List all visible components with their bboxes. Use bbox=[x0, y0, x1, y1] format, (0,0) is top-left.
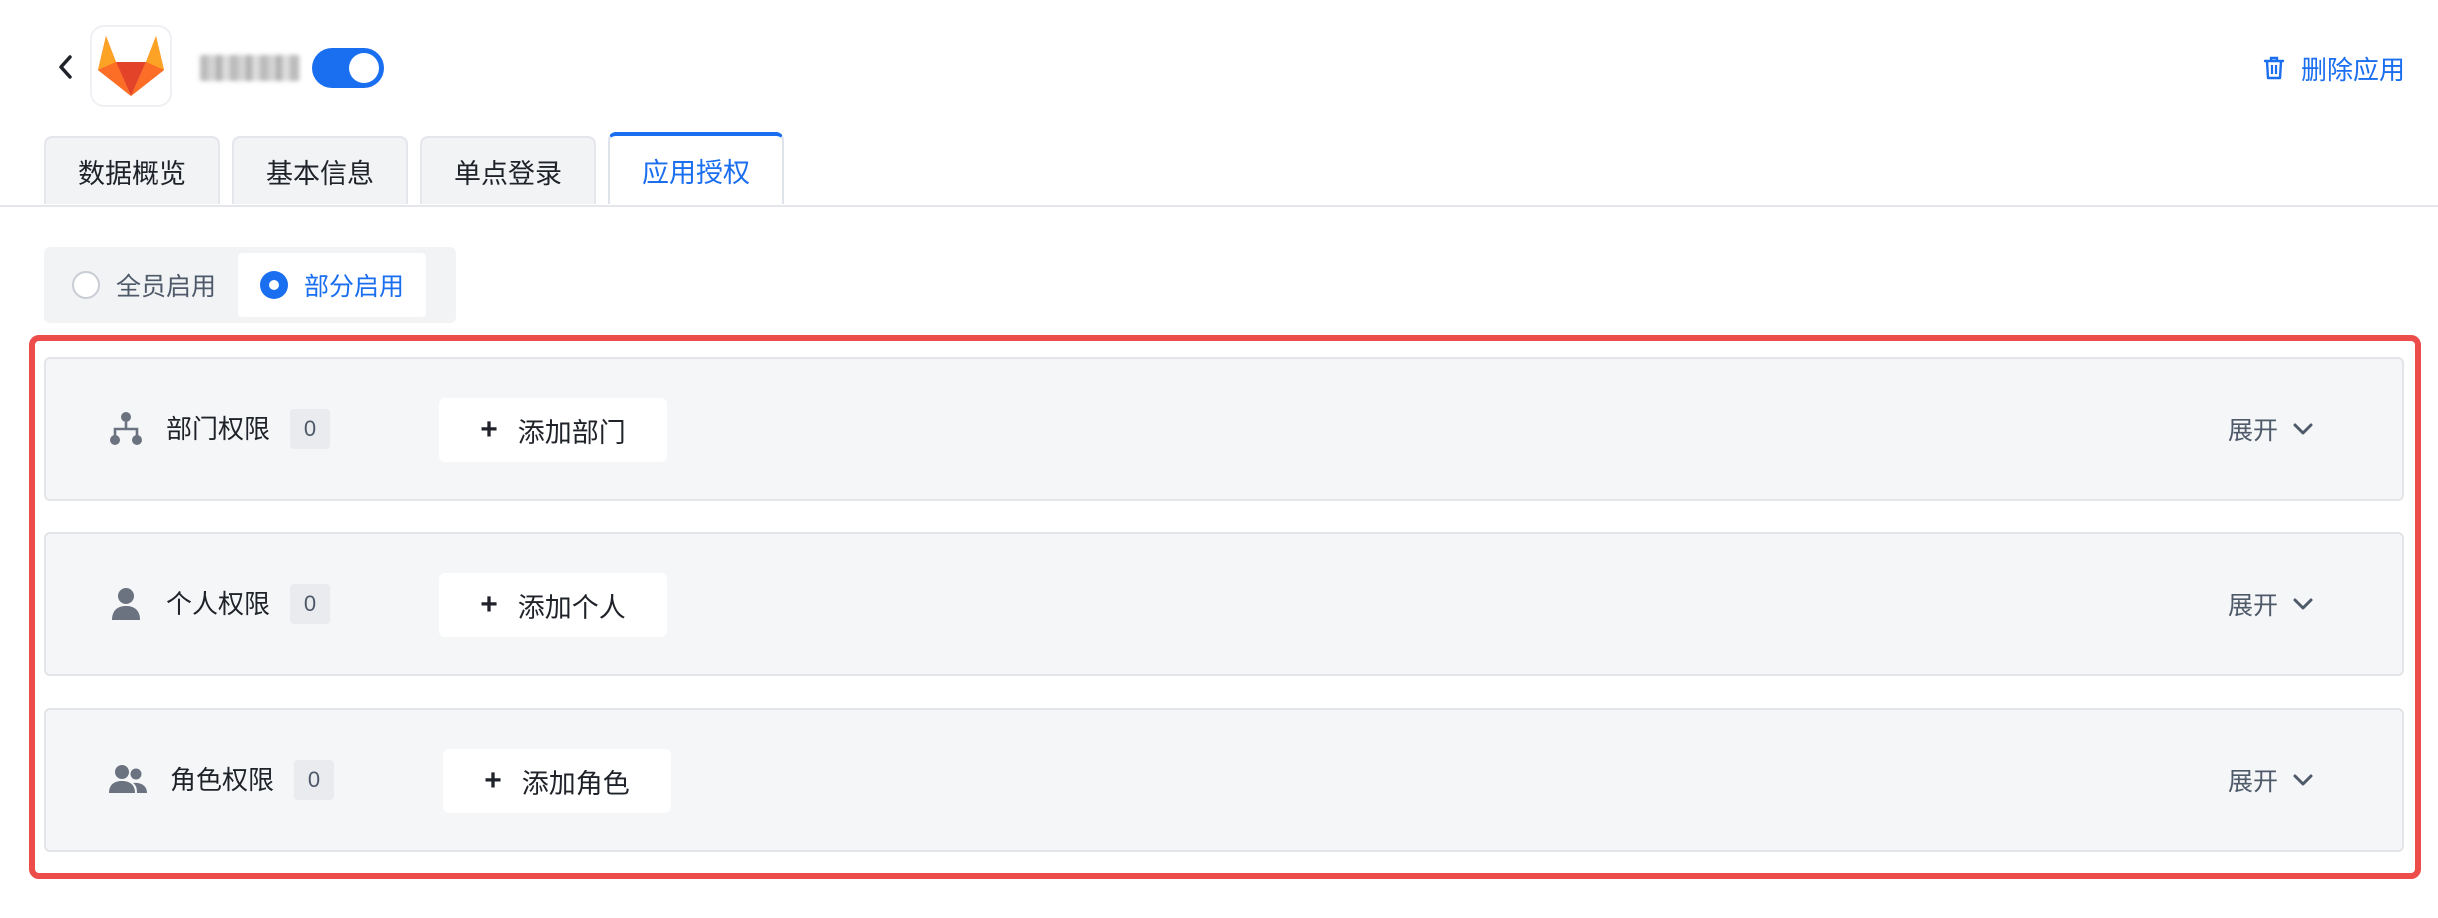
users-icon bbox=[108, 760, 148, 800]
tab-app-authorization[interactable]: 应用授权 bbox=[608, 132, 784, 204]
permission-card-role: 角色权限 0 + 添加角色 展开 bbox=[44, 708, 2404, 852]
permission-title: 角色权限 bbox=[170, 765, 275, 795]
scope-option-partial-label: 部分启用 bbox=[304, 273, 405, 301]
expand-toggle[interactable]: 展开 bbox=[2228, 409, 2314, 449]
permission-card-department: 部门权限 0 + 添加部门 展开 bbox=[44, 357, 2404, 501]
app-logo bbox=[90, 25, 172, 107]
chevron-left-icon bbox=[59, 55, 72, 79]
permission-title: 部门权限 bbox=[166, 414, 271, 444]
expand-label: 展开 bbox=[2227, 417, 2278, 445]
radio-unchecked bbox=[72, 271, 100, 299]
plus-icon: + bbox=[480, 413, 498, 446]
back-button[interactable] bbox=[48, 48, 82, 86]
permission-card-individual: 个人权限 0 + 添加个人 展开 bbox=[44, 532, 2404, 676]
permission-count-badge: 0 bbox=[290, 584, 330, 624]
tab-sso[interactable]: 单点登录 bbox=[420, 136, 596, 204]
org-tree-icon bbox=[106, 409, 146, 449]
scope-option-all[interactable]: 全员启用 bbox=[50, 253, 238, 317]
trash-icon bbox=[2263, 56, 2285, 80]
chevron-down-icon bbox=[2293, 598, 2313, 610]
chevron-down-icon bbox=[2293, 774, 2313, 786]
permission-count-badge: 0 bbox=[294, 760, 334, 800]
tab-basic-info[interactable]: 基本信息 bbox=[232, 136, 408, 204]
add-department-label: 添加部门 bbox=[517, 417, 626, 448]
add-department-button[interactable]: + 添加部门 bbox=[439, 398, 667, 462]
gitlab-logo-icon bbox=[98, 36, 164, 96]
app-enabled-toggle[interactable] bbox=[312, 48, 384, 88]
app-detail-page: 删除应用 数据概览 基本信息 单点登录 应用授权 全员启用 部分启用 部门权限 … bbox=[0, 0, 2438, 918]
add-role-button[interactable]: + 添加角色 bbox=[443, 749, 671, 813]
app-name-redacted bbox=[200, 55, 300, 81]
tab-bar: 数据概览 基本信息 单点登录 应用授权 bbox=[44, 132, 784, 206]
expand-label: 展开 bbox=[2227, 592, 2278, 620]
expand-label: 展开 bbox=[2227, 768, 2278, 796]
scope-option-all-label: 全员启用 bbox=[116, 273, 217, 301]
plus-icon: + bbox=[484, 764, 502, 797]
scope-radio-group: 全员启用 部分启用 bbox=[44, 247, 456, 323]
delete-app-label: 删除应用 bbox=[2300, 54, 2405, 85]
add-individual-label: 添加个人 bbox=[517, 592, 626, 623]
radio-checked bbox=[260, 271, 289, 299]
scope-option-partial[interactable]: 部分启用 bbox=[238, 253, 427, 317]
permission-count-badge: 0 bbox=[290, 409, 330, 449]
tab-data-overview[interactable]: 数据概览 bbox=[44, 136, 220, 204]
user-icon bbox=[106, 584, 146, 624]
add-role-label: 添加角色 bbox=[521, 768, 630, 799]
delete-app-button[interactable]: 删除应用 bbox=[2263, 48, 2405, 88]
add-individual-button[interactable]: + 添加个人 bbox=[439, 573, 667, 637]
expand-toggle[interactable]: 展开 bbox=[2228, 760, 2314, 800]
chevron-down-icon bbox=[2293, 423, 2313, 435]
plus-icon: + bbox=[480, 588, 498, 621]
permission-title: 个人权限 bbox=[166, 589, 271, 619]
toggle-knob bbox=[349, 53, 379, 83]
expand-toggle[interactable]: 展开 bbox=[2228, 584, 2314, 624]
